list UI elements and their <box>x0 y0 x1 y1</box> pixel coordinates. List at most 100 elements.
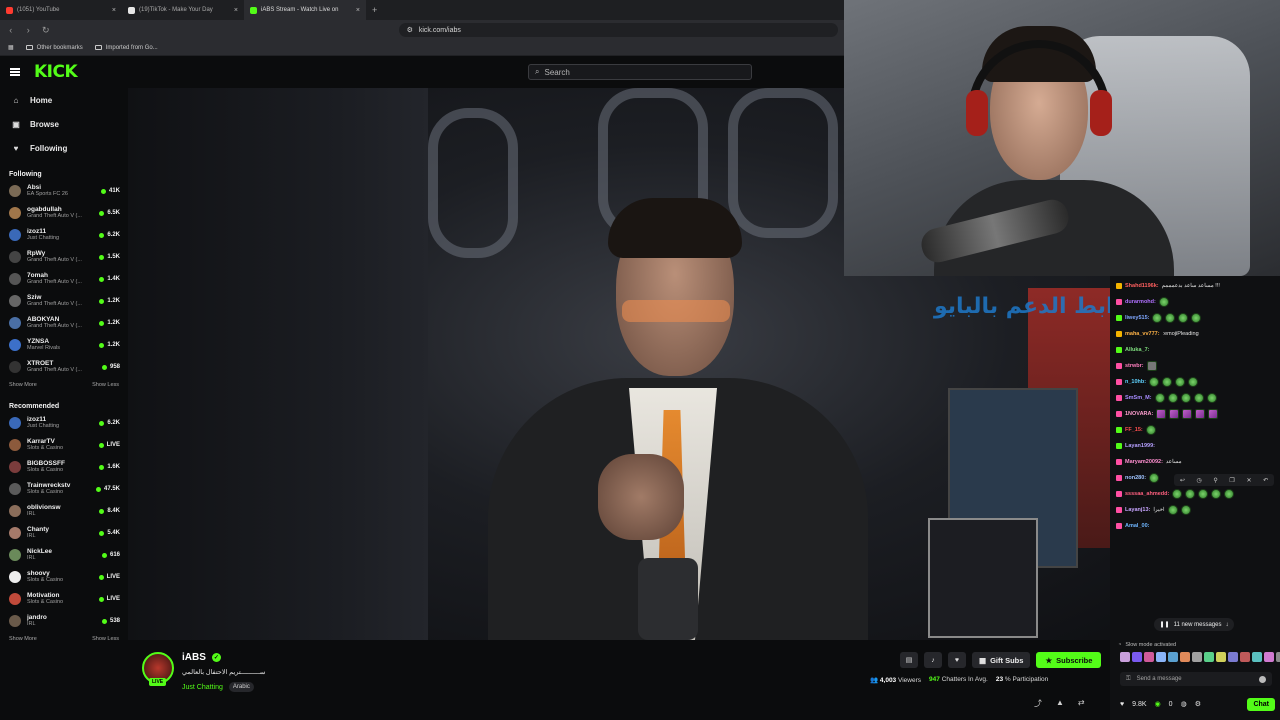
chat-send-button[interactable]: Chat <box>1247 697 1275 711</box>
emote-shortcut-icon[interactable] <box>1264 652 1274 662</box>
reload-icon[interactable]: ↻ <box>41 25 51 36</box>
pin-icon[interactable]: ⚲ <box>1213 477 1217 484</box>
back-icon[interactable]: ‹ <box>6 25 16 35</box>
chat-messages[interactable]: Shahd1196k: مساعد ساعد بدعمممم !!! durarmo… <box>1110 276 1280 640</box>
show-more-button[interactable]: Show More <box>9 382 37 388</box>
recommended-channel[interactable]: BIGBOSSFF Slots & Casino 1.6K <box>0 456 124 478</box>
copy-icon[interactable]: ❐ <box>1229 477 1234 484</box>
emoji-icon[interactable] <box>1259 675 1266 683</box>
following-channel[interactable]: izoz11 Just Chatting 6.2K <box>0 224 124 246</box>
chat-username[interactable]: Layanj13: <box>1125 506 1150 514</box>
chat-message[interactable]: 1NOVARA: <box>1116 406 1274 422</box>
undo-icon[interactable]: ↶ <box>1263 477 1268 484</box>
following-channel[interactable]: ogabdullah Grand Theft Auto V (... 6.5K <box>0 202 124 224</box>
chat-message[interactable]: ssssaa_ahmedd: <box>1116 486 1274 502</box>
chat-username[interactable]: non280: <box>1125 474 1146 482</box>
recommended-channel[interactable]: izoz11 Just Chatting 6.2K <box>0 412 124 434</box>
emote-shortcut-icon[interactable] <box>1120 652 1130 662</box>
chat-username[interactable]: liwey515: <box>1125 314 1149 322</box>
show-more-button[interactable]: Show More <box>9 636 37 642</box>
kick-logo[interactable]: KICK <box>34 62 78 82</box>
emote-shortcut-icon[interactable] <box>1216 652 1226 662</box>
recommended-channel[interactable]: jandro IRL 538 <box>0 610 124 632</box>
chat-username[interactable]: Shahd1196k: <box>1125 282 1159 290</box>
chat-message[interactable]: Layan1999: <box>1116 438 1274 454</box>
chat-message[interactable]: liwey515: <box>1116 310 1274 326</box>
emote-shortcut-icon[interactable] <box>1240 652 1250 662</box>
bookmark-imported[interactable]: Imported from Go... <box>94 45 158 51</box>
points-icon[interactable]: ◉ <box>1155 700 1161 708</box>
emote-shortcut-icon[interactable] <box>1132 652 1142 662</box>
following-channel[interactable]: Sziw Grand Theft Auto V (... 1.2K <box>0 290 124 312</box>
chat-username[interactable]: FF_15: <box>1125 426 1143 434</box>
stream-category[interactable]: Just Chatting <box>182 684 223 691</box>
browser-tab[interactable]: iABS Stream - Watch Live on × <box>244 0 366 20</box>
chat-message[interactable]: maha_vv777::emojiPleading <box>1116 326 1274 342</box>
recommended-channel[interactable]: Motivation Slots & Casino LIVE <box>0 588 124 610</box>
sidebar-nav-browse[interactable]: ▣ Browse <box>0 112 124 136</box>
chat-username[interactable]: Maryam20092: <box>1125 458 1163 466</box>
chat-message[interactable]: SmSm_M: <box>1116 390 1274 406</box>
emote-shortcut-icon[interactable] <box>1180 652 1190 662</box>
new-messages-button[interactable]: ❚❚ 11 new messages ↓ <box>1154 618 1234 631</box>
browser-tab[interactable]: (19)TikTok - Make Your Day × <box>122 0 244 20</box>
emote-shortcut-icon[interactable] <box>1144 652 1154 662</box>
recommended-channel[interactable]: shoovy Slots & Casino LIVE <box>0 566 124 588</box>
bookmark-other[interactable]: Other bookmarks <box>25 45 83 51</box>
address-bar[interactable]: ⚙ kick.com/iabs <box>398 23 838 37</box>
recommended-channel[interactable]: oblivionsw IRL 8.4K <box>0 500 124 522</box>
chat-username[interactable]: durarmohd: <box>1125 298 1156 306</box>
share-icon[interactable]: ⤴ <box>1034 698 1042 709</box>
gift-subs-button[interactable]: ▦ Gift Subs <box>972 652 1031 668</box>
chat-username[interactable]: maha_vv777: <box>1125 330 1160 338</box>
chat-message[interactable]: n_10hb: <box>1116 374 1274 390</box>
clip-icon[interactable]: ▤ <box>900 652 918 668</box>
recommended-channel[interactable]: KarrarTV Slots & Casino LIVE <box>0 434 124 456</box>
chat-message[interactable]: Alluka_7: <box>1116 342 1274 358</box>
search-input[interactable]: ⌕ Search <box>528 64 752 80</box>
chat-message[interactable]: strwbr: <box>1116 358 1274 374</box>
chat-message[interactable]: Layanj13: اخيرا <box>1116 502 1274 518</box>
chat-username[interactable]: strwbr: <box>1125 362 1144 370</box>
subscribe-button[interactable]: ★ Subscribe <box>1036 652 1102 668</box>
close-tab-icon[interactable]: × <box>234 7 238 14</box>
chat-users-icon[interactable]: ◍ <box>1181 700 1187 708</box>
streamer-name[interactable]: iABS <box>182 652 206 663</box>
menu-icon[interactable] <box>10 68 20 76</box>
clock-icon[interactable]: ◷ <box>1196 477 1201 484</box>
emote-shortcut-icon[interactable] <box>1228 652 1238 662</box>
following-channel[interactable]: ABOKYAN Grand Theft Auto V (... 1.2K <box>0 312 124 334</box>
chat-message[interactable]: Maryam20092: مساعد <box>1116 454 1274 470</box>
chat-username[interactable]: SmSm_M: <box>1125 394 1152 402</box>
apps-icon[interactable]: ▦ <box>8 44 14 51</box>
sidebar-nav-following[interactable]: ♥ Following <box>0 136 124 160</box>
chat-username[interactable]: Amal_00: <box>1125 522 1149 530</box>
forward-icon[interactable]: › <box>24 25 34 35</box>
recommended-channel[interactable]: Trainwreckstv Slots & Casino 47.5K <box>0 478 124 500</box>
chat-message[interactable]: durarmohd: <box>1116 294 1274 310</box>
following-channel[interactable]: Absi EA Sports FC 26 41K <box>0 180 124 202</box>
following-channel[interactable]: YZNSA Marvel Rivals 1.2K <box>0 334 124 356</box>
chat-username[interactable]: n_10hb: <box>1125 378 1146 386</box>
reply-icon[interactable]: ↩ <box>1180 477 1185 484</box>
emote-shortcut-icon[interactable] <box>1276 652 1280 662</box>
settings-icon[interactable]: ⚙ <box>1195 700 1201 708</box>
heart-icon[interactable]: ♥ <box>948 652 966 668</box>
delete-icon[interactable]: ✕ <box>1246 477 1251 484</box>
emote-shortcut-icon[interactable] <box>1168 652 1178 662</box>
following-channel[interactable]: RpWy Grand Theft Auto V (... 1.5K <box>0 246 124 268</box>
new-tab-icon[interactable]: + <box>366 5 383 15</box>
emote-shortcut-icon[interactable] <box>1252 652 1262 662</box>
report-icon[interactable]: ▲ <box>1056 698 1064 709</box>
emote-shortcut-icon[interactable] <box>1204 652 1214 662</box>
sidebar-nav-home[interactable]: ⌂ Home <box>0 88 124 112</box>
chat-input[interactable]: ⚿ Send a message <box>1120 672 1272 686</box>
language-tag[interactable]: Arabic <box>228 682 254 692</box>
chat-username[interactable]: 1NOVARA: <box>1125 410 1153 418</box>
bell-icon[interactable]: ♪ <box>924 652 942 668</box>
recommended-channel[interactable]: Chanty IRL 5.4K <box>0 522 124 544</box>
message-actions[interactable]: ↩ ◷ ⚲ ❐ ✕ ↶ <box>1174 474 1274 486</box>
chat-username[interactable]: ssssaa_ahmedd: <box>1125 490 1169 498</box>
chat-username[interactable]: Layan1999: <box>1125 442 1155 450</box>
chat-message[interactable]: Shahd1196k: مساعد ساعد بدعمممم !!! <box>1116 278 1274 294</box>
